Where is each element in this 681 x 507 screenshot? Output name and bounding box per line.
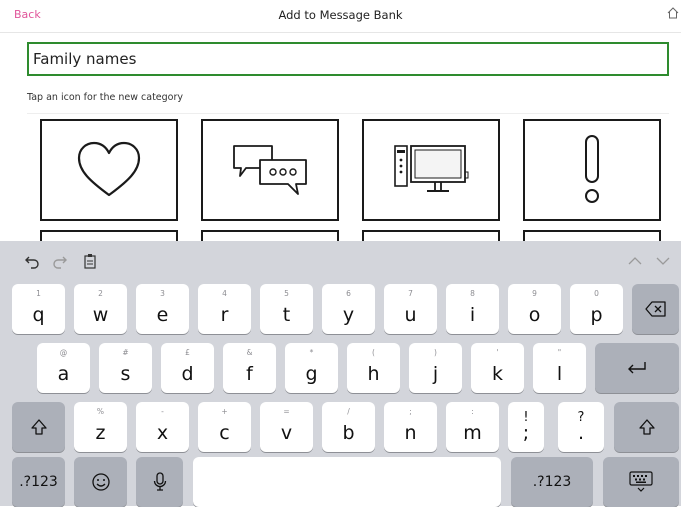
top-bar: Back Add to Message Bank (0, 0, 681, 32)
icon-tile-computer[interactable] (362, 119, 500, 221)
key-o[interactable]: 9o (508, 284, 561, 334)
home-icon[interactable] (667, 6, 679, 20)
key-comma[interactable]: !; (508, 402, 544, 452)
key-q[interactable]: 1q (12, 284, 65, 334)
page-title: Add to Message Bank (278, 8, 403, 22)
key-g[interactable]: * g (285, 343, 338, 393)
key-b[interactable]: / b (322, 402, 375, 452)
heart-icon (77, 141, 141, 197)
key-p[interactable]: 0p (570, 284, 623, 334)
instruction-text: Tap an icon for the new category (27, 92, 184, 103)
key-n[interactable]: ; n (384, 402, 437, 452)
hide-keyboard-key[interactable] (603, 457, 679, 507)
key-a[interactable]: @ a (37, 343, 90, 393)
backspace-icon (644, 301, 666, 317)
key-m[interactable]: :m (446, 402, 499, 452)
icon-tile-exclamation[interactable] (523, 119, 661, 221)
key-v[interactable]: = v (260, 402, 313, 452)
key-t[interactable]: 5t (260, 284, 313, 334)
shift-icon (638, 419, 655, 435)
key-x[interactable]: -x (136, 402, 189, 452)
key-f[interactable]: & f (223, 343, 276, 393)
return-key[interactable] (595, 343, 679, 393)
numbers-key-right[interactable]: .?123 (511, 457, 593, 507)
keyboard-shortcut-bar (0, 241, 681, 281)
emoji-icon (91, 473, 110, 491)
space-key[interactable] (193, 457, 501, 507)
key-u[interactable]: 7u (384, 284, 437, 334)
key-period[interactable]: ?. (558, 402, 604, 452)
icon-tile-speech-bubbles[interactable] (201, 119, 339, 221)
category-name-input[interactable] (29, 44, 667, 74)
exclamation-icon (585, 135, 599, 203)
redo-icon[interactable] (52, 253, 68, 269)
numbers-key-left[interactable]: .?123 (12, 457, 65, 507)
shift-key-right[interactable] (614, 402, 679, 452)
category-name-field-wrapper (27, 42, 669, 76)
key-w[interactable]: 2w (74, 284, 127, 334)
undo-icon[interactable] (24, 253, 40, 269)
return-icon (628, 362, 646, 374)
shift-icon (30, 419, 47, 435)
key-r[interactable]: 4r (198, 284, 251, 334)
key-d[interactable]: £ d (161, 343, 214, 393)
key-j[interactable]: ) j (409, 343, 462, 393)
shift-key-left[interactable] (12, 402, 65, 452)
keyboard-dismiss-icon (629, 471, 653, 492)
key-s[interactable]: # s (99, 343, 152, 393)
emoji-key[interactable] (74, 457, 127, 507)
on-screen-keyboard: 1q 2w 3e 4r 5t 6y 7u 8i 9o 0p @ a # s £ d &… (0, 241, 681, 507)
chevron-up-icon[interactable] (627, 253, 643, 269)
computer-monitor-icon (394, 145, 469, 192)
key-c[interactable]: + c (198, 402, 251, 452)
key-y[interactable]: 6y (322, 284, 375, 334)
dictation-key[interactable] (136, 457, 183, 507)
divider (0, 32, 681, 33)
key-h[interactable]: (h (347, 343, 400, 393)
paste-icon[interactable] (82, 253, 98, 269)
key-z[interactable]: % z (74, 402, 127, 452)
icon-tile-heart[interactable] (40, 119, 178, 221)
key-k[interactable]: ' k (471, 343, 524, 393)
speech-bubbles-icon (233, 145, 307, 195)
divider (27, 113, 669, 114)
chevron-down-icon[interactable] (655, 253, 671, 269)
key-i[interactable]: 8i (446, 284, 499, 334)
key-e[interactable]: 3e (136, 284, 189, 334)
microphone-icon (153, 472, 166, 491)
backspace-key[interactable] (632, 284, 679, 334)
key-l[interactable]: " l (533, 343, 586, 393)
